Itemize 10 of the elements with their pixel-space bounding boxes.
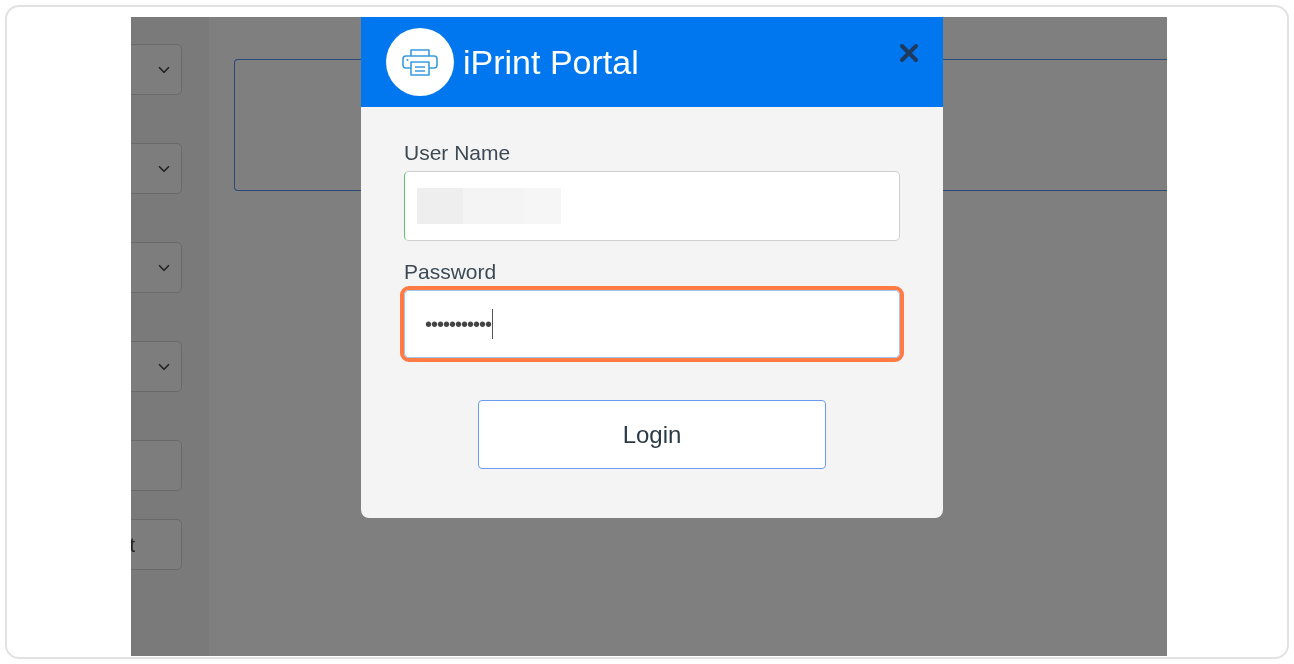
password-value: •••••••••••: [425, 314, 492, 334]
text-cursor: [492, 309, 494, 339]
close-icon: [899, 43, 919, 63]
printer-icon: [401, 48, 439, 76]
dialog-title: iPrint Portal: [463, 45, 639, 79]
login-button[interactable]: Login: [478, 400, 826, 469]
close-button[interactable]: [899, 43, 919, 63]
field-label: Password: [404, 261, 498, 282]
field-label: User Name: [404, 142, 512, 163]
password-field[interactable]: •••••••••••: [404, 290, 900, 358]
